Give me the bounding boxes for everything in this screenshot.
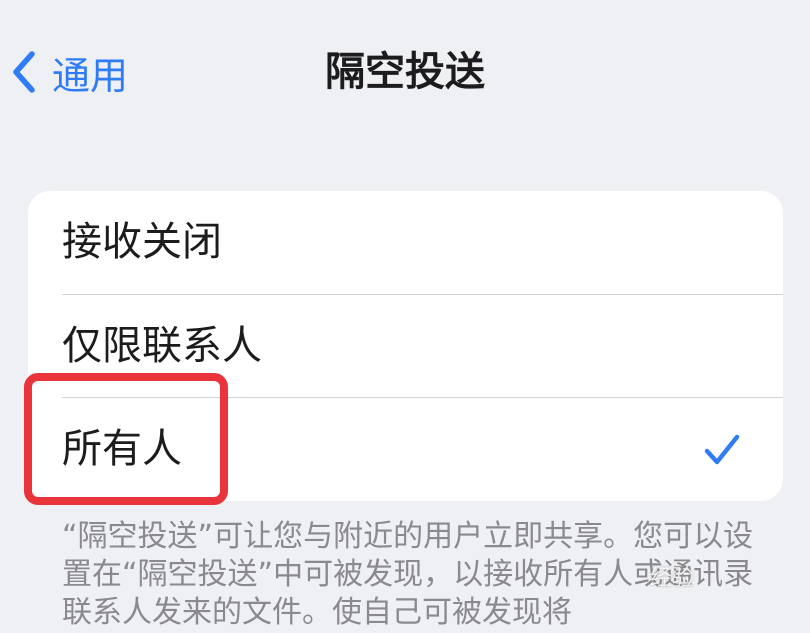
option-label: 所有人	[62, 426, 182, 472]
option-label: 仅限联系人	[62, 323, 262, 369]
navigation-bar: 通用 隔空投送	[0, 0, 810, 150]
checkmark-icon	[703, 433, 741, 471]
airdrop-options-list: 接收关闭 仅限联系人 所有人	[28, 191, 783, 501]
option-contacts-only[interactable]: 仅限联系人	[28, 295, 783, 398]
back-label: 通用	[52, 53, 129, 98]
back-button[interactable]: 通用	[10, 40, 128, 104]
option-label: 接收关闭	[62, 219, 222, 265]
chevron-left-icon	[10, 48, 38, 96]
option-receiving-off[interactable]: 接收关闭	[28, 191, 783, 294]
footer-description: “隔空投送”可让您与附近的用户立即共享。您可以设置在“隔空投送”中可被发现，以接…	[62, 519, 754, 630]
option-everyone[interactable]: 所有人	[28, 398, 783, 501]
